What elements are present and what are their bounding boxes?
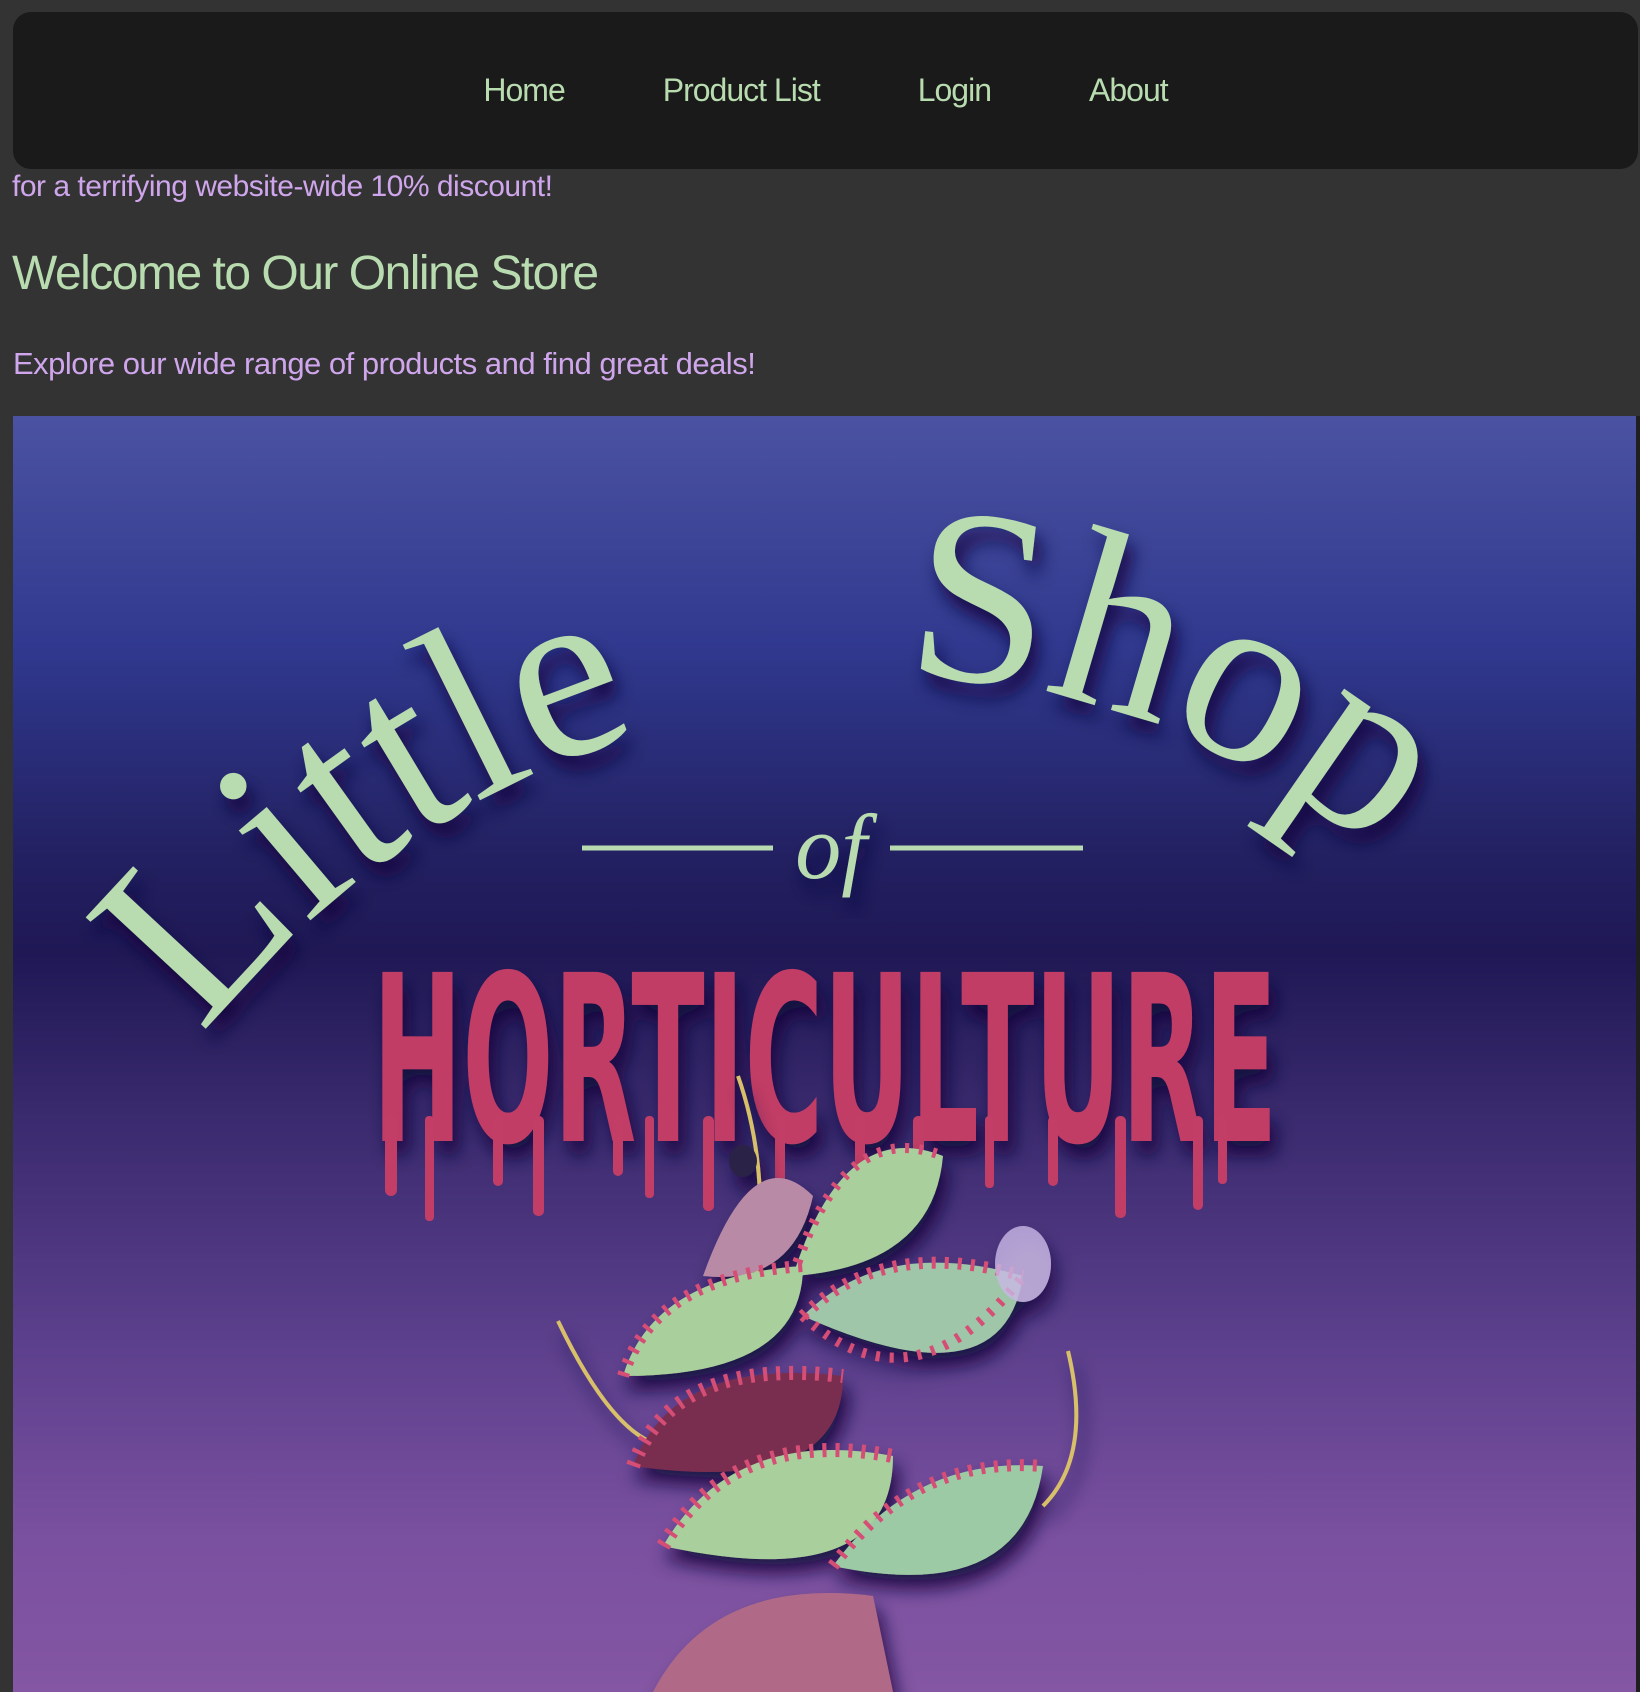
logo-word-horticulture: HORTICULTURE: [373, 926, 1278, 1196]
logo-word-of: of: [795, 796, 878, 898]
little-shop-logo-image: Little Shop of HORTICULTURE: [38, 452, 1503, 1692]
store-logo-banner: Little Shop of HORTICULTURE: [13, 416, 1636, 1692]
main-navbar: Home Product List Login About: [13, 12, 1638, 169]
page-title: Welcome to Our Online Store: [12, 247, 599, 300]
promo-text: for a terrifying website-wide 10% discou…: [12, 170, 553, 203]
nav-login-link[interactable]: Login: [918, 72, 992, 109]
nav-about-link[interactable]: About: [1089, 72, 1169, 109]
logo-word-shop: Shop: [897, 452, 1503, 896]
nav-product-list-link[interactable]: Product List: [663, 72, 821, 109]
nav-home-link[interactable]: Home: [483, 72, 565, 109]
page-subtitle: Explore our wide range of products and f…: [13, 346, 756, 381]
banner-edge: [1636, 416, 1640, 1692]
